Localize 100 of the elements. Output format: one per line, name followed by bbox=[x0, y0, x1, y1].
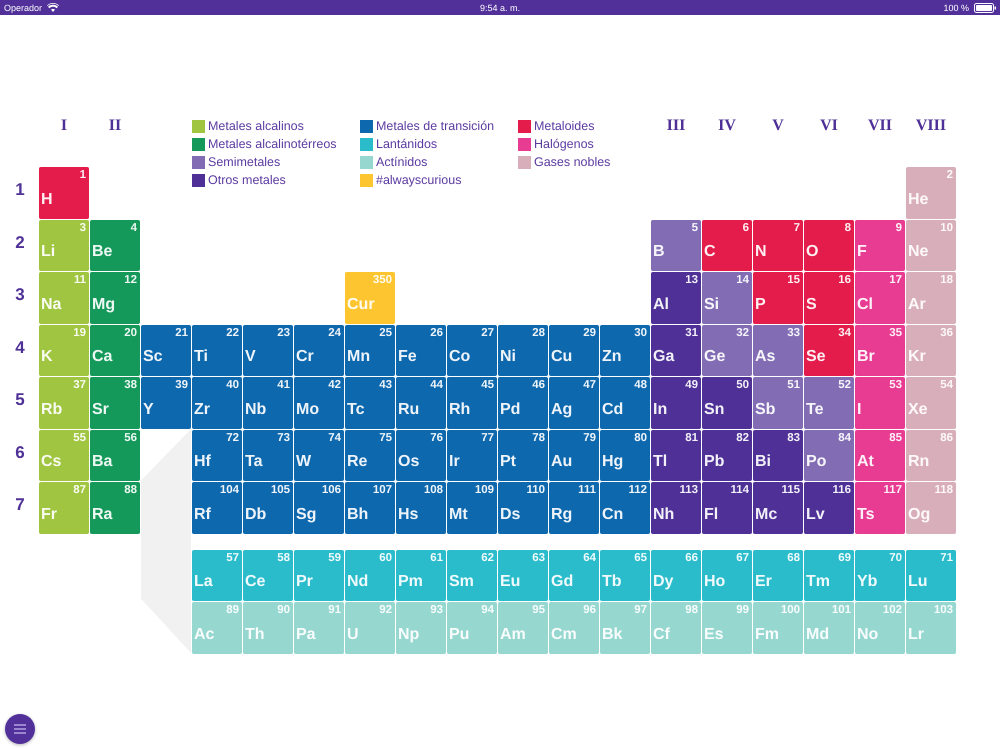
element-tile[interactable]: 110 Ds bbox=[498, 482, 548, 534]
group-label: III bbox=[666, 116, 686, 135]
element-tile[interactable]: 40 Zr bbox=[192, 377, 242, 428]
element-tile[interactable]: 50 Sn bbox=[702, 377, 752, 428]
element-tile[interactable]: 13 Al bbox=[651, 272, 701, 324]
element-tile[interactable]: 84 Po bbox=[804, 430, 854, 481]
element-tile[interactable]: 8 O bbox=[804, 220, 854, 271]
element-tile[interactable]: 24 Cr bbox=[294, 324, 344, 376]
element-tile[interactable]: 77 Ir bbox=[447, 430, 497, 481]
element-tile[interactable]: 22 Ti bbox=[192, 324, 242, 376]
element-tile[interactable]: 73 Ta bbox=[243, 430, 293, 481]
element-tile[interactable]: 39 Y bbox=[141, 377, 191, 428]
element-tile[interactable]: 57 La bbox=[192, 550, 242, 601]
element-tile[interactable]: 112 Cn bbox=[600, 482, 650, 534]
period-label: 2 bbox=[15, 232, 25, 253]
element-tile[interactable]: 1 H bbox=[39, 167, 89, 218]
element-tile[interactable]: 44 Ru bbox=[396, 377, 446, 428]
element-tile[interactable]: 41 Nb bbox=[243, 377, 293, 428]
element-tile[interactable]: 58 Ce bbox=[243, 550, 293, 601]
element-tile[interactable]: 6 C bbox=[702, 220, 752, 271]
element-tile[interactable]: 4 Be bbox=[90, 220, 140, 271]
element-tile[interactable]: 80 Hg bbox=[600, 430, 650, 481]
element-tile[interactable]: 114 Fl bbox=[702, 482, 752, 534]
element-tile[interactable]: 29 Cu bbox=[549, 324, 599, 376]
element-tile[interactable]: 74 W bbox=[294, 430, 344, 481]
element-tile[interactable]: 83 Bi bbox=[753, 430, 803, 481]
element-tile[interactable]: 45 Rh bbox=[447, 377, 497, 428]
element-tile[interactable]: 67 Ho bbox=[702, 550, 752, 601]
element-tile[interactable]: 38 Sr bbox=[90, 377, 140, 428]
element-tile[interactable]: 81 Tl bbox=[651, 430, 701, 481]
element-tile[interactable]: 20 Ca bbox=[90, 324, 140, 376]
element-tile[interactable]: 33 As bbox=[753, 324, 803, 376]
element-tile[interactable]: 31 Ga bbox=[651, 324, 701, 376]
group-label: VIII bbox=[916, 116, 946, 135]
element-tile[interactable]: 46 Pd bbox=[498, 377, 548, 428]
element-tile[interactable]: 79 Au bbox=[549, 430, 599, 481]
element-tile[interactable]: 15 P bbox=[753, 272, 803, 324]
element-tile[interactable]: 12 Mg bbox=[90, 272, 140, 324]
element-tile[interactable]: 116 Lv bbox=[804, 482, 854, 534]
element-tile[interactable]: 28 Ni bbox=[498, 324, 548, 376]
element-tile[interactable]: 47 Ag bbox=[549, 377, 599, 428]
element-tile[interactable]: 59 Pr bbox=[294, 550, 344, 601]
element-tile[interactable]: 26 Fe bbox=[396, 324, 446, 376]
element-tile[interactable]: 32 Ge bbox=[702, 324, 752, 376]
element-tile[interactable]: 49 In bbox=[651, 377, 701, 428]
element-tile[interactable]: 14 Si bbox=[702, 272, 752, 324]
element-tile[interactable]: 117 Ts bbox=[855, 482, 905, 534]
element-tile[interactable]: 27 Co bbox=[447, 324, 497, 376]
element-tile[interactable]: 25 Mn bbox=[345, 324, 395, 376]
element-tile[interactable]: 71 Lu bbox=[906, 550, 956, 601]
element-tile[interactable]: 35 Br bbox=[855, 324, 905, 376]
element-tile[interactable]: 111 Rg bbox=[549, 482, 599, 534]
element-tile[interactable]: 85 At bbox=[855, 430, 905, 481]
element-tile[interactable]: 107 Bh bbox=[345, 482, 395, 534]
element-tile[interactable]: 66 Dy bbox=[651, 550, 701, 601]
element-tile[interactable]: 30 Zn bbox=[600, 324, 650, 376]
element-tile[interactable]: 51 Sb bbox=[753, 377, 803, 428]
element-tile[interactable]: 72 Hf bbox=[192, 430, 242, 481]
element-tile[interactable]: 48 Cd bbox=[600, 377, 650, 428]
legend-label: Semimetales bbox=[208, 155, 280, 169]
element-tile[interactable]: 115 Mc bbox=[753, 482, 803, 534]
element-tile[interactable]: 34 Se bbox=[804, 324, 854, 376]
element-tile[interactable]: 70 Yb bbox=[855, 550, 905, 601]
element-tile[interactable]: 53 I bbox=[855, 377, 905, 428]
element-tile[interactable]: 52 Te bbox=[804, 377, 854, 428]
element-tile[interactable]: 56 Ba bbox=[90, 430, 140, 481]
group-label: VI bbox=[820, 116, 838, 135]
clock-time: 9:54 a. m. bbox=[480, 2, 520, 12]
element-tile[interactable]: 65 Tb bbox=[600, 550, 650, 601]
element-tile[interactable]: 78 Pt bbox=[498, 430, 548, 481]
element-tile[interactable]: 5 B bbox=[651, 220, 701, 271]
element-tile[interactable]: 23 V bbox=[243, 324, 293, 376]
element-tile[interactable]: 69 Tm bbox=[804, 550, 854, 601]
menu-button[interactable] bbox=[5, 714, 35, 744]
element-tile[interactable]: 60 Nd bbox=[345, 550, 395, 601]
element-tile[interactable]: 105 Db bbox=[243, 482, 293, 534]
element-tile[interactable]: 113 Nh bbox=[651, 482, 701, 534]
element-tile[interactable]: 43 Tc bbox=[345, 377, 395, 428]
element-tile[interactable]: 108 Hs bbox=[396, 482, 446, 534]
element-tile[interactable]: 7 N bbox=[753, 220, 803, 271]
element-tile[interactable]: 21 Sc bbox=[141, 324, 191, 376]
element-tile[interactable]: 62 Sm bbox=[447, 550, 497, 601]
element-tile[interactable]: 9 F bbox=[855, 220, 905, 271]
element-tile[interactable]: 63 Eu bbox=[498, 550, 548, 601]
menu-icon bbox=[14, 724, 26, 734]
element-tile[interactable]: 104 Rf bbox=[192, 482, 242, 534]
element-tile[interactable]: 17 Cl bbox=[855, 272, 905, 324]
group-label: I bbox=[60, 116, 68, 135]
element-tile[interactable]: 109 Mt bbox=[447, 482, 497, 534]
element-tile[interactable]: 64 Gd bbox=[549, 550, 599, 601]
element-tile[interactable]: 82 Pb bbox=[702, 430, 752, 481]
element-tile[interactable]: 106 Sg bbox=[294, 482, 344, 534]
legend-label: Metaloides bbox=[534, 119, 594, 133]
element-tile[interactable]: 75 Re bbox=[345, 430, 395, 481]
element-tile[interactable]: 42 Mo bbox=[294, 377, 344, 428]
element-tile[interactable]: 88 Ra bbox=[90, 482, 140, 534]
element-tile[interactable]: 61 Pm bbox=[396, 550, 446, 601]
element-tile[interactable]: 68 Er bbox=[753, 550, 803, 601]
element-tile[interactable]: 16 S bbox=[804, 272, 854, 324]
element-tile[interactable]: 76 Os bbox=[396, 430, 446, 481]
